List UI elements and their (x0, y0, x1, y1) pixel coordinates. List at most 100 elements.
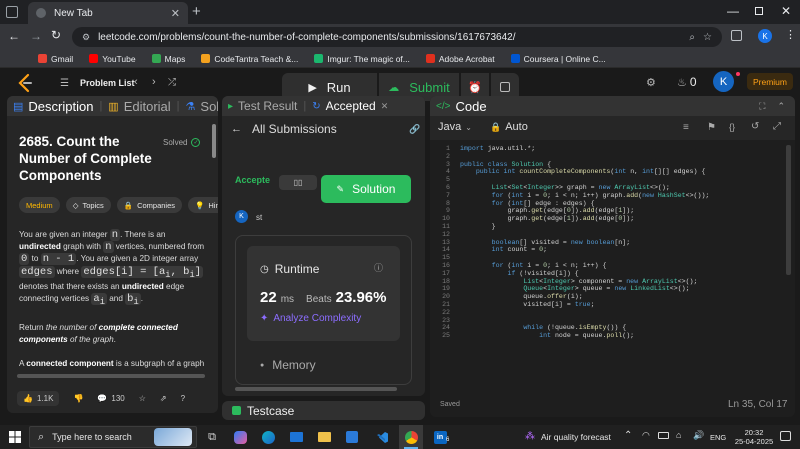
hint-chip[interactable]: 💡Hint (188, 197, 218, 213)
weather-widget[interactable]: ⁂ Air quality forecast (525, 431, 611, 442)
tray-chevron-icon[interactable]: ⌃ (624, 430, 632, 441)
browser-tab-strip: New Tab ✕ + — ✕ (0, 0, 800, 24)
shuffle-icon[interactable]: ⤮ (168, 77, 176, 88)
bookmark-codetantra[interactable]: CodeTantra Teach &... (201, 54, 298, 64)
reset-icon[interactable]: ↺ (751, 121, 759, 132)
chrome-menu-icon[interactable]: ⋮ (785, 28, 796, 41)
premium-button[interactable]: Premium (747, 73, 793, 90)
language-indicator[interactable]: ENG (710, 433, 726, 442)
difficulty-badge[interactable]: Medium (19, 197, 60, 213)
like-button[interactable]: 👍 1.1K (17, 390, 60, 406)
taskbar-search-input[interactable]: ⌕ Type here to search (29, 426, 197, 448)
leetcode-logo-icon[interactable] (16, 73, 34, 93)
next-problem-icon[interactable]: › (152, 76, 156, 88)
streak-counter[interactable]: ♨ 0 (677, 75, 697, 89)
solution-button[interactable]: ✎ Solution (321, 175, 411, 203)
bookmark-acrobat[interactable]: Adobe Acrobat (425, 54, 495, 64)
code-scrollbar[interactable] (786, 145, 791, 275)
mail-icon[interactable] (284, 425, 308, 449)
fullscreen-icon[interactable]: ⤢ (773, 121, 781, 132)
companies-chip[interactable]: 🔒 Companies (116, 197, 183, 213)
user-avatar[interactable]: K (713, 71, 734, 92)
clock[interactable]: 20:32 25-04-2025 (733, 428, 775, 446)
tab-test-result[interactable]: ▸ Test Result (222, 99, 303, 113)
settings-icon[interactable]: ⚙ (646, 76, 656, 89)
comments-button[interactable]: 💬 130 (97, 394, 124, 403)
file-explorer-icon[interactable] (312, 425, 336, 449)
all-submissions-header[interactable]: ← All Submissions (231, 122, 337, 136)
braces-icon[interactable]: {} (729, 122, 735, 132)
thumbs-down-icon[interactable]: 👎 (73, 394, 83, 403)
new-tab-button[interactable]: + (192, 3, 201, 20)
tab-label: Solu (200, 98, 218, 114)
bookmark-imgur[interactable]: Imgur: The magic of... (314, 54, 410, 64)
minimize-icon[interactable]: — (727, 4, 739, 18)
editorial-button[interactable]: ▯▯ (279, 175, 317, 190)
extensions-icon[interactable] (731, 30, 742, 41)
site-info-icon[interactable]: ⚙ (82, 32, 90, 43)
network-icon[interactable]: ⌂ (676, 430, 681, 440)
reload-icon[interactable]: ↻ (51, 28, 61, 42)
description-icon: ▤ (13, 100, 24, 113)
tab-accepted[interactable]: ↻ Accepted ✕ (306, 99, 394, 113)
restore-icon[interactable] (755, 7, 763, 15)
tab-description[interactable]: ▤ Description (7, 99, 99, 114)
bookmark-maps[interactable]: Maps (151, 54, 185, 64)
address-bar[interactable]: ⚙ leetcode.com/problems/count-the-number… (72, 27, 722, 47)
collapse-icon[interactable]: ⌃ (777, 101, 785, 112)
wifi-icon[interactable]: ◠ (642, 430, 650, 441)
problem-list-link[interactable]: Problem List (80, 78, 135, 88)
problem-list-icon[interactable]: ☰ (60, 78, 69, 89)
notification-icon[interactable] (780, 431, 791, 441)
language-select[interactable]: Java ⌄ (438, 121, 472, 133)
tab-editorial[interactable]: ▥ Editorial (102, 99, 176, 114)
tab-search-icon[interactable] (6, 6, 18, 18)
horizontal-scrollbar[interactable] (17, 374, 205, 378)
close-window-icon[interactable]: ✕ (781, 4, 791, 18)
vscode-icon[interactable] (370, 425, 394, 449)
topics-chip[interactable]: ◇ Topics (65, 197, 111, 213)
link-icon[interactable]: 🔗 (409, 124, 420, 135)
prev-problem-icon[interactable]: ‹ (134, 76, 138, 88)
runtime-card[interactable]: ◷ Runtime ⓘ 22 ms Beats 23.96% ✦ Analyze… (247, 246, 400, 341)
back-icon[interactable]: ← (8, 29, 20, 43)
book-icon: ▥ (108, 100, 119, 113)
code-editor[interactable]: 1 import java.util.*; 2 3 public class Sol… (430, 145, 782, 385)
description-scrollbar[interactable] (212, 124, 216, 158)
forward-icon[interactable]: → (30, 29, 42, 43)
profile-avatar[interactable]: K (758, 29, 772, 43)
analyze-complexity-button[interactable]: ✦ Analyze Complexity (260, 313, 361, 324)
bookmark-star-icon[interactable]: ☆ (703, 32, 712, 43)
like-count: 1.1K (36, 393, 54, 403)
volume-icon[interactable]: 🔊 (693, 430, 704, 441)
store-icon[interactable] (340, 425, 364, 449)
expand-icon[interactable]: ⛶ (759, 101, 765, 112)
help-icon[interactable]: ? (181, 394, 185, 403)
close-tab-icon[interactable]: ✕ (381, 101, 389, 112)
bookmark-gmail[interactable]: Gmail (38, 54, 73, 64)
bookmark-coursera[interactable]: Coursera | Online C... (510, 54, 606, 64)
task-view-icon[interactable]: ⧉ (200, 425, 224, 449)
battery-icon[interactable] (658, 432, 669, 439)
format-icon[interactable]: ≡ (683, 122, 689, 133)
share-icon[interactable]: ⇗ (160, 394, 167, 403)
edge-icon[interactable] (256, 425, 280, 449)
info-icon[interactable]: ⓘ (374, 261, 383, 274)
copilot-icon[interactable] (228, 425, 252, 449)
submission-hscrollbar[interactable] (235, 387, 397, 391)
auto-mode[interactable]: 🔒 Auto (490, 121, 528, 133)
zoom-icon[interactable]: ⌕ (689, 32, 695, 43)
memory-card[interactable]: ● Memory (247, 346, 400, 386)
checkbox-icon (232, 406, 241, 415)
windows-start-icon[interactable] (3, 425, 27, 449)
bookmark-youtube[interactable]: YouTube (89, 54, 136, 64)
close-tab-icon[interactable]: ✕ (171, 7, 180, 20)
comment-count: 130 (111, 393, 125, 403)
browser-tab[interactable]: New Tab ✕ (28, 2, 188, 24)
bookmark-icon[interactable]: ⚑ (707, 122, 716, 133)
chrome-icon[interactable] (399, 425, 423, 449)
testcase-panel[interactable]: Testcase (222, 401, 425, 420)
star-icon[interactable]: ☆ (139, 394, 146, 403)
tab-code[interactable]: </> Code (430, 99, 493, 114)
tab-solutions[interactable]: ⚗ Solu (180, 99, 218, 114)
